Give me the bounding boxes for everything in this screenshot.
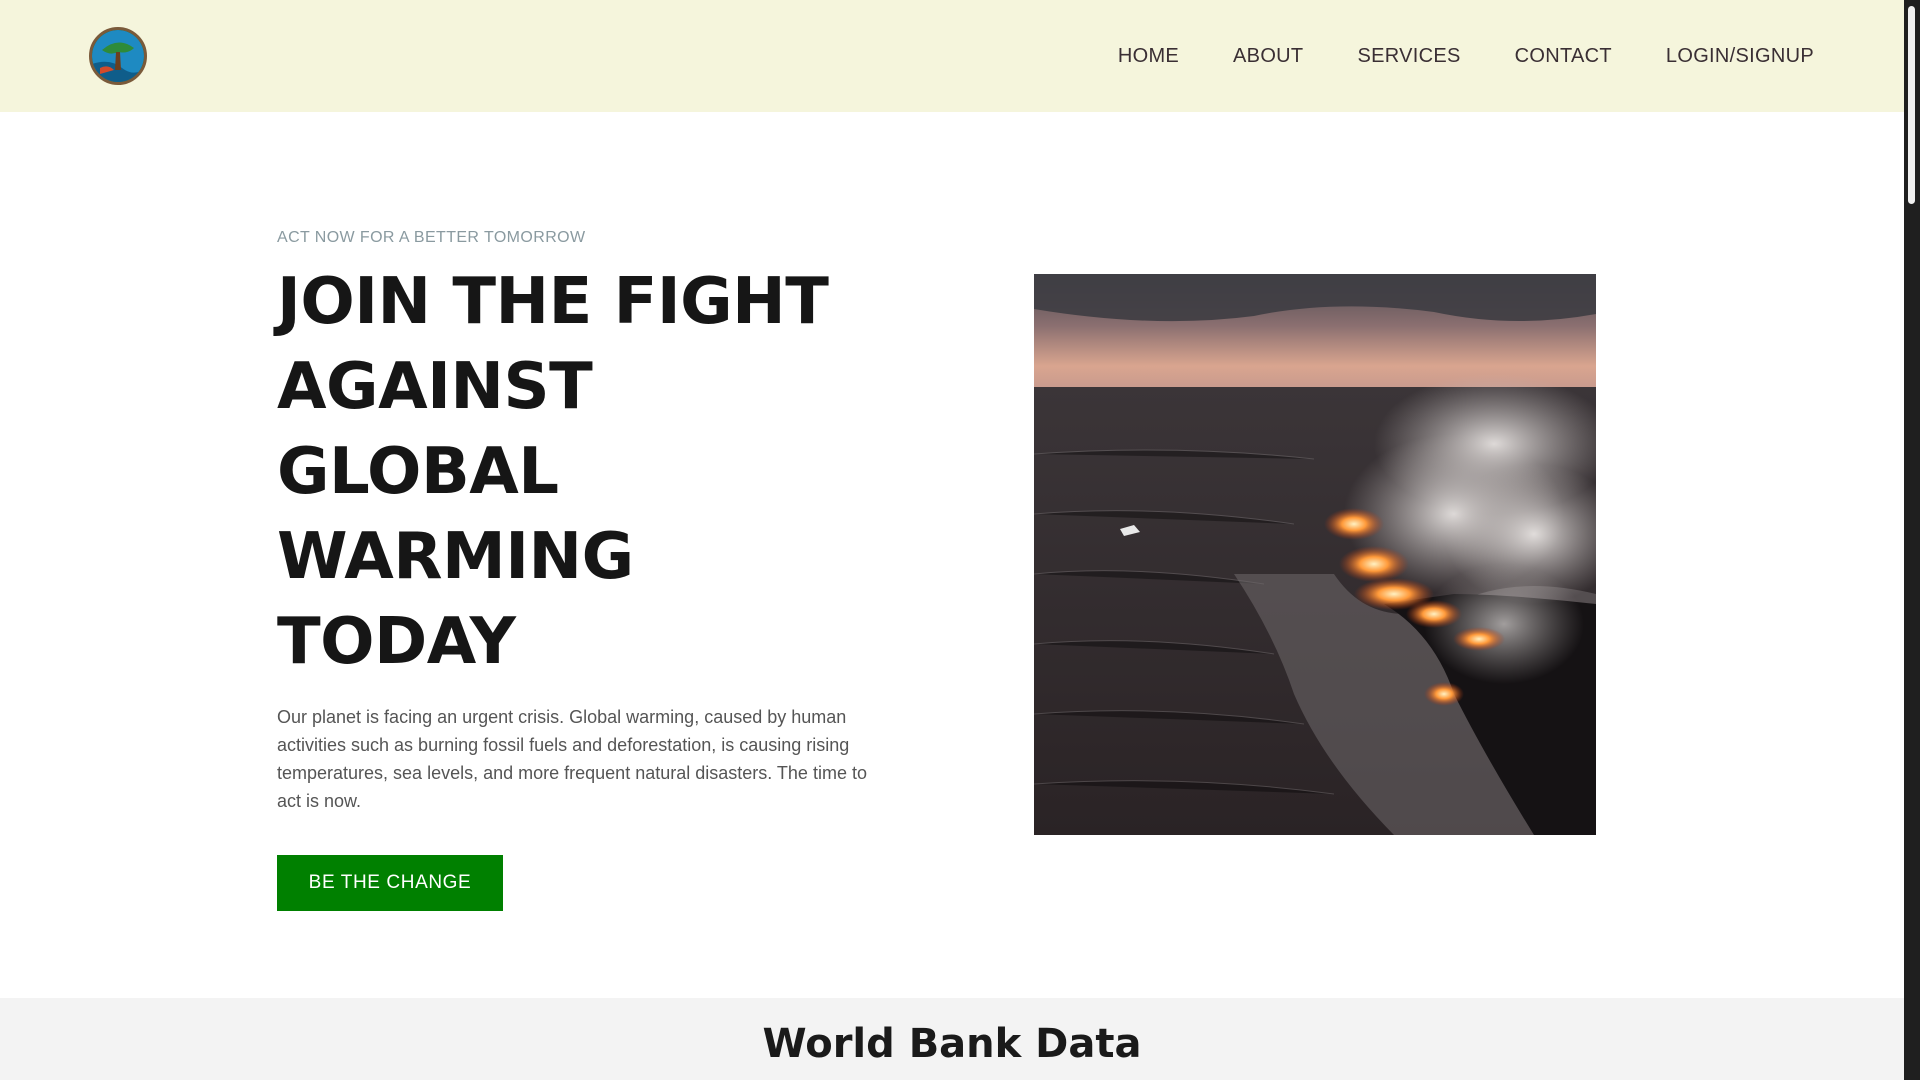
nav-contact[interactable]: CONTACT: [1515, 45, 1612, 68]
headline-line-1: JOIN THE FIGHT: [277, 265, 829, 339]
nav-about[interactable]: ABOUT: [1233, 45, 1303, 68]
headline-line-2: AGAINST: [277, 350, 593, 424]
headline-line-4: WARMING: [277, 520, 634, 594]
logo-icon[interactable]: [89, 27, 147, 85]
nav-services[interactable]: SERVICES: [1357, 45, 1460, 68]
headline-line-5: TODAY: [277, 605, 516, 679]
main-nav: HOME ABOUT SERVICES CONTACT LOGIN/SIGNUP: [1118, 0, 1814, 112]
earth-tree-logo-icon: [92, 30, 144, 82]
be-the-change-button[interactable]: BE THE CHANGE: [277, 855, 503, 911]
scrollbar-thumb[interactable]: [1908, 6, 1915, 204]
lava-ocean-image: [1034, 274, 1596, 835]
nav-login-signup[interactable]: LOGIN/SIGNUP: [1666, 45, 1814, 68]
headline-line-3: GLOBAL: [277, 435, 559, 509]
site-header: HOME ABOUT SERVICES CONTACT LOGIN/SIGNUP: [0, 0, 1904, 112]
page-scrollbar[interactable]: [1904, 0, 1920, 1080]
page: HOME ABOUT SERVICES CONTACT LOGIN/SIGNUP…: [0, 0, 1920, 1080]
section-title: World Bank Data: [762, 1021, 1142, 1067]
hero-headline: JOIN THE FIGHT AGAINST GLOBAL WARMING TO…: [277, 260, 907, 685]
hero-eyebrow: ACT NOW FOR A BETTER TOMORROW: [277, 229, 586, 246]
hero-description: Our planet is facing an urgent crisis. G…: [277, 707, 867, 811]
world-bank-data-section: World Bank Data: [0, 998, 1904, 1080]
hero-image: [1034, 274, 1596, 835]
hero-text: ACT NOW FOR A BETTER TOMORROW JOIN THE F…: [277, 228, 907, 911]
nav-home[interactable]: HOME: [1118, 45, 1179, 68]
